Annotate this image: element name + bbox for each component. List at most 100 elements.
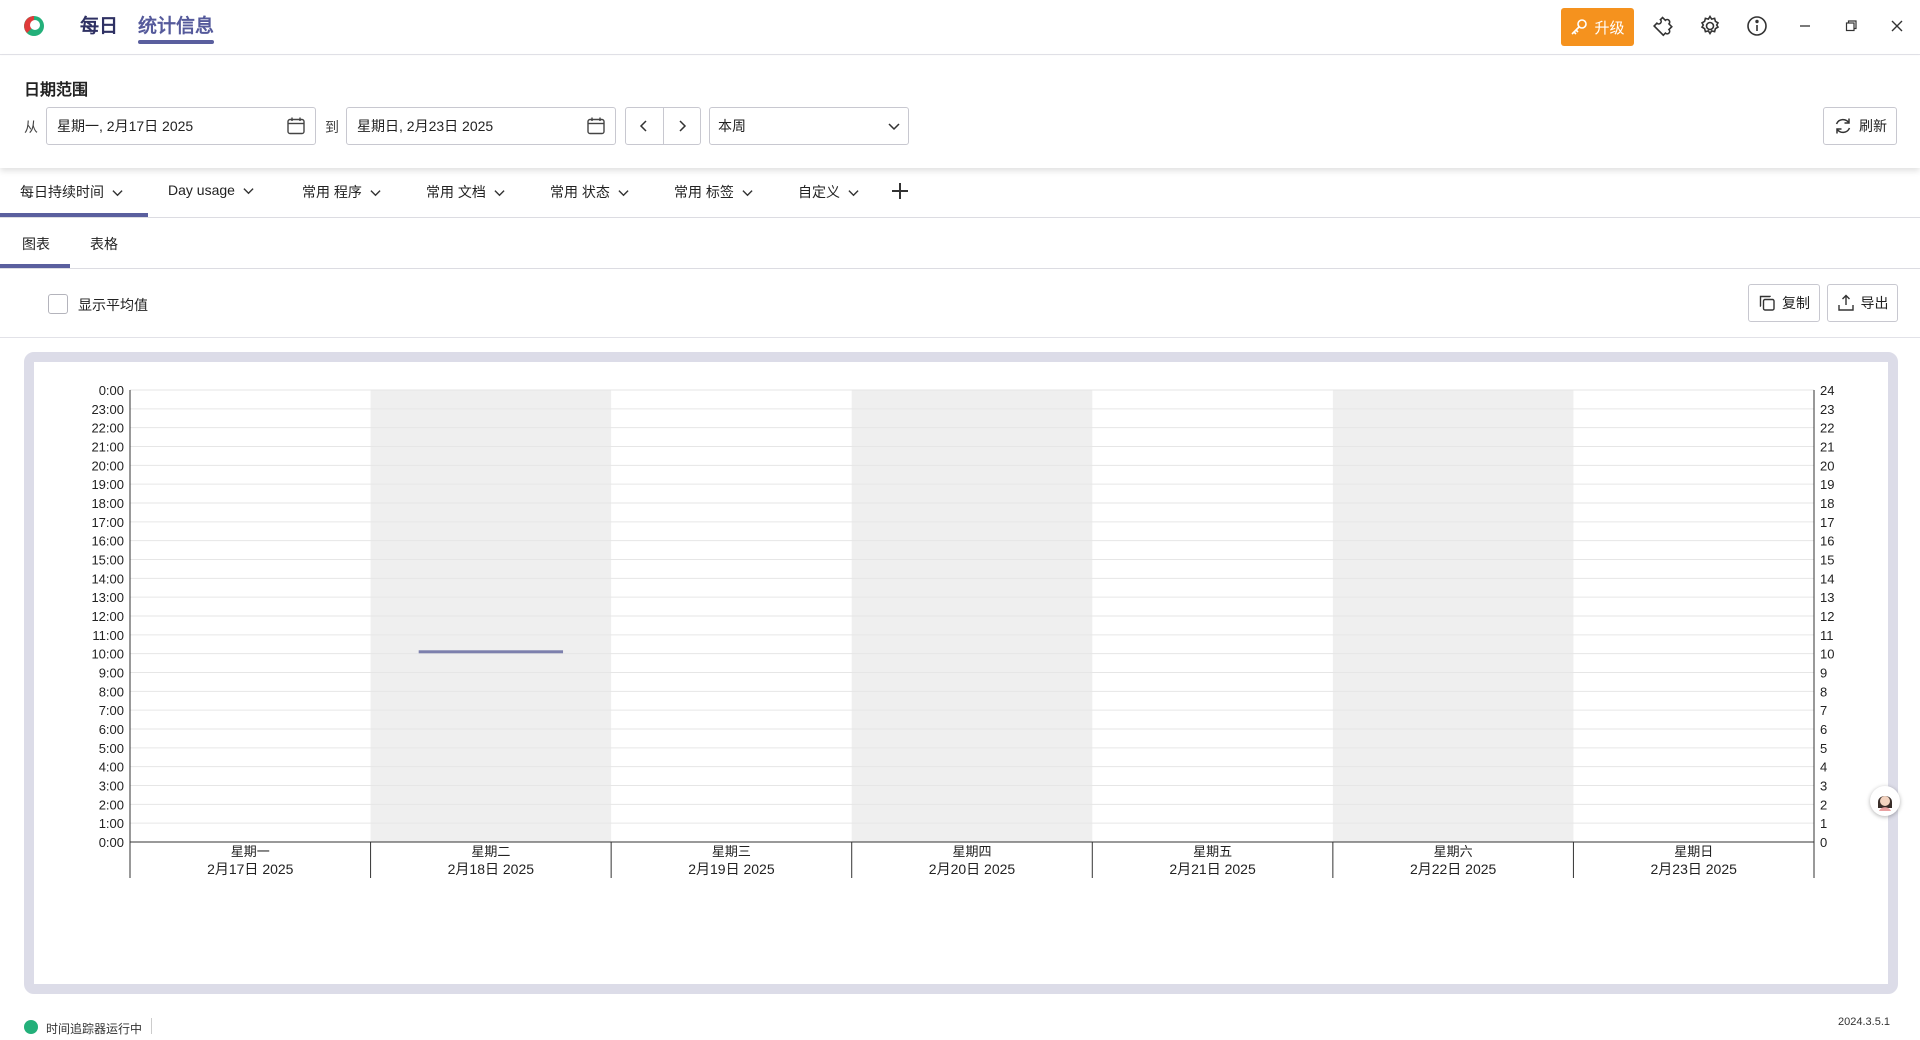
copy-button[interactable]: 复制 xyxy=(1748,284,1820,322)
tab-statistics[interactable]: 统计信息 xyxy=(138,14,215,44)
info-icon[interactable] xyxy=(1745,14,1769,38)
left-tick-label: 22:00 xyxy=(91,421,124,436)
minimize-icon[interactable] xyxy=(1793,14,1817,38)
refresh-label: 刷新 xyxy=(1859,118,1887,134)
export-icon xyxy=(1837,294,1854,311)
from-date-value: 星期一, 2月17日 2025 xyxy=(57,118,194,134)
duration-bar xyxy=(418,650,564,654)
left-tick-label: 1:00 xyxy=(99,816,124,831)
date-range-title: 日期范围 xyxy=(24,82,89,99)
x-tick-date-label: 2月18日 2025 xyxy=(448,861,535,877)
tab-chart[interactable]: 图表 xyxy=(22,234,50,254)
tab-day-usage[interactable]: Day usage xyxy=(168,182,254,198)
tab-top-states[interactable]: 常用 状态 xyxy=(550,182,629,202)
x-tick-date-label: 2月22日 2025 xyxy=(1410,861,1497,877)
right-tick-label: 9 xyxy=(1820,666,1827,681)
calendar-icon[interactable] xyxy=(286,116,306,136)
right-tick-label: 0 xyxy=(1820,835,1827,850)
chart-options: 显示平均值 复制 导出 xyxy=(0,270,1920,338)
tab-top-programs[interactable]: 常用 程序 xyxy=(302,182,381,202)
puzzle-icon[interactable] xyxy=(1652,14,1676,38)
gear-icon[interactable] xyxy=(1698,14,1722,38)
left-tick-label: 16:00 xyxy=(91,534,124,549)
x-tick-day-label: 星期日 xyxy=(1674,844,1713,859)
refresh-icon xyxy=(1835,118,1851,134)
app-logo-icon xyxy=(24,16,44,36)
left-tick-label: 17:00 xyxy=(91,515,124,530)
view-tabs: 图表 表格 xyxy=(0,219,1920,269)
to-date-field[interactable]: 星期日, 2月23日 2025 xyxy=(346,107,616,145)
next-period-button[interactable] xyxy=(664,108,701,144)
left-tick-label: 9:00 xyxy=(99,666,124,681)
x-tick-day-label: 星期六 xyxy=(1434,844,1473,859)
title-bar: 每日 统计信息 升级 xyxy=(0,0,1920,55)
date-range-panel: 日期范围 从 星期一, 2月17日 2025 到 星期日, 2月23日 2025… xyxy=(0,56,1920,168)
right-tick-label: 5 xyxy=(1820,741,1827,756)
left-tick-label: 11:00 xyxy=(92,628,124,643)
from-label: 从 xyxy=(24,119,38,135)
upgrade-label: 升级 xyxy=(1594,19,1625,37)
tracker-status-text: 时间追踪器运行中 xyxy=(46,1022,143,1036)
right-tick-label: 21 xyxy=(1820,440,1834,455)
period-preset-select[interactable]: 本周 xyxy=(709,107,909,145)
upgrade-button[interactable]: 升级 xyxy=(1561,8,1634,46)
left-tick-label: 21:00 xyxy=(91,440,124,455)
tab-label: Day usage xyxy=(168,182,235,198)
right-tick-label: 16 xyxy=(1820,534,1834,549)
tab-label: 常用 文档 xyxy=(426,184,486,200)
prev-period-button[interactable] xyxy=(626,108,664,144)
calendar-icon[interactable] xyxy=(586,116,606,136)
x-tick-date-label: 2月23日 2025 xyxy=(1651,861,1738,877)
chevron-down-icon xyxy=(848,189,859,196)
left-tick-label: 13:00 xyxy=(91,590,124,605)
tab-daily-duration[interactable]: 每日持续时间 xyxy=(20,182,123,202)
from-date-field[interactable]: 星期一, 2月17日 2025 xyxy=(46,107,316,145)
person-icon xyxy=(1874,790,1896,812)
to-date-value: 星期日, 2月23日 2025 xyxy=(357,118,494,134)
right-tick-label: 4 xyxy=(1820,760,1827,775)
tab-top-tags[interactable]: 常用 标签 xyxy=(674,182,753,202)
chevron-right-icon xyxy=(679,120,686,132)
restore-icon[interactable] xyxy=(1839,14,1863,38)
active-tab-indicator xyxy=(0,213,148,217)
status-bar: 时间追踪器运行中 xyxy=(0,1010,1920,1040)
key-icon xyxy=(1571,19,1588,35)
tab-custom[interactable]: 自定义 xyxy=(798,182,859,202)
tab-label: 常用 标签 xyxy=(674,184,734,200)
right-tick-label: 10 xyxy=(1820,647,1834,662)
report-tabs: 每日持续时间 Day usage 常用 程序 常用 文档 常用 状态 常用 标签… xyxy=(0,168,1920,218)
period-preset-value: 本周 xyxy=(718,118,746,134)
chevron-down-icon xyxy=(112,189,123,196)
chevron-down-icon xyxy=(370,189,381,196)
tab-label: 常用 状态 xyxy=(550,184,610,200)
tab-daily[interactable]: 每日 xyxy=(80,14,118,44)
right-tick-label: 1 xyxy=(1820,816,1827,831)
x-tick-day-label: 星期三 xyxy=(712,844,751,859)
refresh-button[interactable]: 刷新 xyxy=(1823,107,1897,145)
x-tick-day-label: 星期四 xyxy=(952,844,991,859)
right-tick-label: 8 xyxy=(1820,684,1827,699)
right-tick-label: 23 xyxy=(1820,402,1834,417)
right-tick-label: 15 xyxy=(1820,553,1834,568)
left-tick-label: 18:00 xyxy=(91,496,124,511)
to-label: 到 xyxy=(325,119,339,135)
tab-table[interactable]: 表格 xyxy=(90,234,118,254)
tab-top-documents[interactable]: 常用 文档 xyxy=(426,182,505,202)
add-tab-icon[interactable] xyxy=(890,181,910,201)
left-tick-label: 8:00 xyxy=(99,684,124,699)
chart-panel: 0:00 0 1:00 1 2:00 2 3:00 3 4:00 4 5:00 5 6:00 6 7:00 7… xyxy=(24,352,1898,994)
left-tick-label: 10:00 xyxy=(91,647,124,662)
tab-label: 常用 程序 xyxy=(302,184,362,200)
left-tick-label: 7:00 xyxy=(99,703,124,718)
left-tick-label: 15:00 xyxy=(91,553,124,568)
left-tick-label: 6:00 xyxy=(99,722,124,737)
show-average-checkbox[interactable] xyxy=(48,294,68,314)
export-button[interactable]: 导出 xyxy=(1827,284,1898,322)
close-icon[interactable] xyxy=(1885,14,1909,38)
assistant-avatar[interactable] xyxy=(1870,786,1900,816)
left-tick-label: 4:00 xyxy=(99,760,124,775)
right-tick-label: 12 xyxy=(1820,609,1834,624)
app-version: 2024.3.5.1 xyxy=(1838,1016,1890,1028)
left-tick-label: 12:00 xyxy=(91,609,124,624)
right-tick-label: 7 xyxy=(1820,703,1827,718)
